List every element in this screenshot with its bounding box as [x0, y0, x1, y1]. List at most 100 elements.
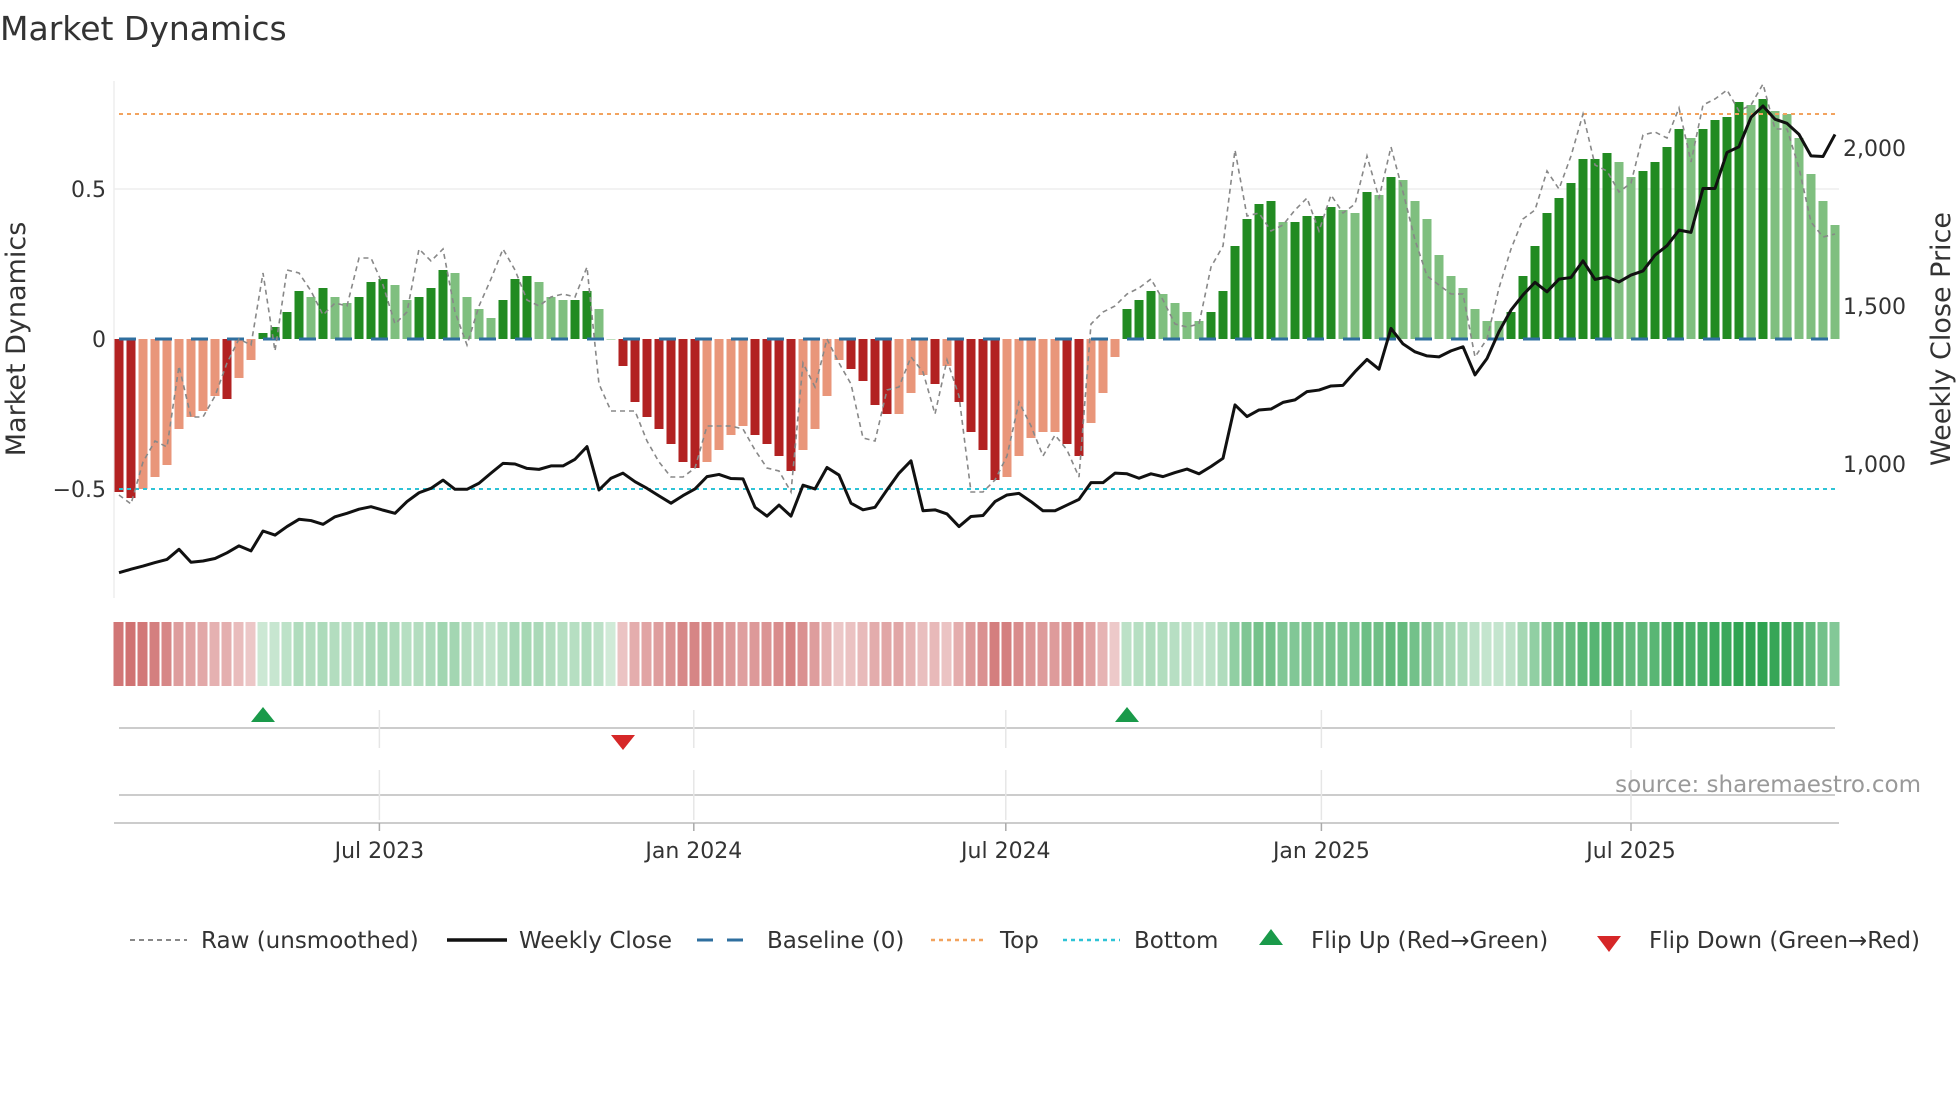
heat-strip-cell: [1649, 622, 1660, 686]
heat-strip-cell: [1205, 622, 1216, 686]
bar: [1026, 339, 1036, 438]
bar: [1782, 114, 1792, 339]
heat-strip-cell: [713, 622, 724, 686]
bar: [294, 291, 304, 339]
heat-strip-cell: [209, 622, 220, 686]
heat-strip-cell: [1625, 622, 1636, 686]
heat-strip-cell: [845, 622, 856, 686]
bar: [546, 297, 556, 339]
heat-strip-cell: [401, 622, 412, 686]
bar: [1374, 195, 1384, 339]
heat-strip-cell: [1085, 622, 1096, 686]
bar: [978, 339, 988, 450]
bar: [702, 339, 712, 462]
heat-strip-cell: [1817, 622, 1828, 686]
bar: [1746, 105, 1756, 339]
heat-strip-cell: [353, 622, 364, 686]
heat-strip-cell: [1289, 622, 1300, 686]
bar: [282, 312, 292, 339]
legend-baseline-label: Baseline (0): [767, 928, 904, 954]
bar: [1038, 339, 1048, 432]
flip-down-marker: [611, 735, 635, 750]
bar: [738, 339, 748, 426]
heat-strip-cell: [257, 622, 268, 686]
bar: [198, 339, 208, 411]
heat-strip-cell: [1745, 622, 1756, 686]
heat-strip-cell: [269, 622, 280, 686]
heat-strip-cell: [677, 622, 688, 686]
heat-strip-cell: [869, 622, 880, 686]
heat-strip-cell: [1025, 622, 1036, 686]
bar: [642, 339, 652, 417]
heat-strip-cell: [581, 622, 592, 686]
bar: [1686, 138, 1696, 339]
heat-strip-cell: [665, 622, 676, 686]
bar: [1614, 162, 1624, 339]
bar: [474, 309, 484, 339]
x-tick-label: Jul 2023: [333, 839, 425, 864]
y2-axis-label: Weekly Close Price: [1926, 212, 1957, 466]
legend-bottom-label: Bottom: [1134, 928, 1218, 954]
heat-strip-cell: [617, 622, 628, 686]
bar: [1578, 159, 1588, 339]
heat-strip-cell: [293, 622, 304, 686]
bar: [462, 297, 472, 339]
bar: [378, 279, 388, 339]
heat-strip-cell: [1781, 622, 1792, 686]
bar: [1386, 177, 1396, 339]
heat-strip-cell: [1433, 622, 1444, 686]
bar: [618, 339, 628, 366]
bar: [1818, 201, 1828, 339]
bar: [1278, 222, 1288, 339]
heat-strip-cell: [1541, 622, 1552, 686]
bar: [1410, 201, 1420, 339]
heat-strip-cell: [1757, 622, 1768, 686]
heat-strip-cell: [1397, 622, 1408, 686]
heat-strip-cell: [593, 622, 604, 686]
flip-up-marker: [251, 707, 275, 722]
heat-strip-cell: [1049, 622, 1060, 686]
heat-strip-cell: [161, 622, 172, 686]
bar: [1206, 312, 1216, 339]
bar: [954, 339, 964, 402]
heat-strip-cell: [545, 622, 556, 686]
heat-strip-cell: [1565, 622, 1576, 686]
heat-strip-cell: [233, 622, 244, 686]
x-tick-label: Jan 2025: [1271, 839, 1370, 864]
raw-unsmoothed-line: [118, 81, 1836, 506]
heat-strip-cell: [1553, 622, 1564, 686]
heat-strip-cell: [785, 622, 796, 686]
heat-strip-cell: [1217, 622, 1228, 686]
heat-strip-cell: [197, 622, 208, 686]
heat-strip-cell: [1169, 622, 1180, 686]
bar: [846, 339, 856, 369]
bar: [222, 339, 232, 399]
heat-strip-cell: [557, 622, 568, 686]
bar: [1086, 339, 1096, 423]
heat-strip-cell: [341, 622, 352, 686]
heat-strip-cell: [701, 622, 712, 686]
heat-strip-cell: [1409, 622, 1420, 686]
heat-strip-cell: [809, 622, 820, 686]
heat-strip-cell: [1733, 622, 1744, 686]
bar: [306, 297, 316, 339]
flip-up-marker: [1115, 707, 1139, 722]
heat-strip: [113, 622, 1840, 686]
heat-strip-cell: [905, 622, 916, 686]
heat-strip-cell: [1673, 622, 1684, 686]
heat-strip-cell: [917, 622, 928, 686]
bar: [210, 339, 220, 396]
bar: [1806, 174, 1816, 339]
bar: [426, 288, 436, 339]
heat-strip-cell: [281, 622, 292, 686]
bar: [522, 276, 532, 339]
heat-strip-cell: [1121, 622, 1132, 686]
heat-strip-cell: [857, 622, 868, 686]
bar: [1626, 177, 1636, 339]
bar: [678, 339, 688, 462]
heat-strip-cell: [413, 622, 424, 686]
legend-flip-down-icon: [1597, 936, 1621, 952]
y2-tick-label: 1,500: [1843, 295, 1906, 320]
bar: [810, 339, 820, 429]
bar: [558, 300, 568, 339]
